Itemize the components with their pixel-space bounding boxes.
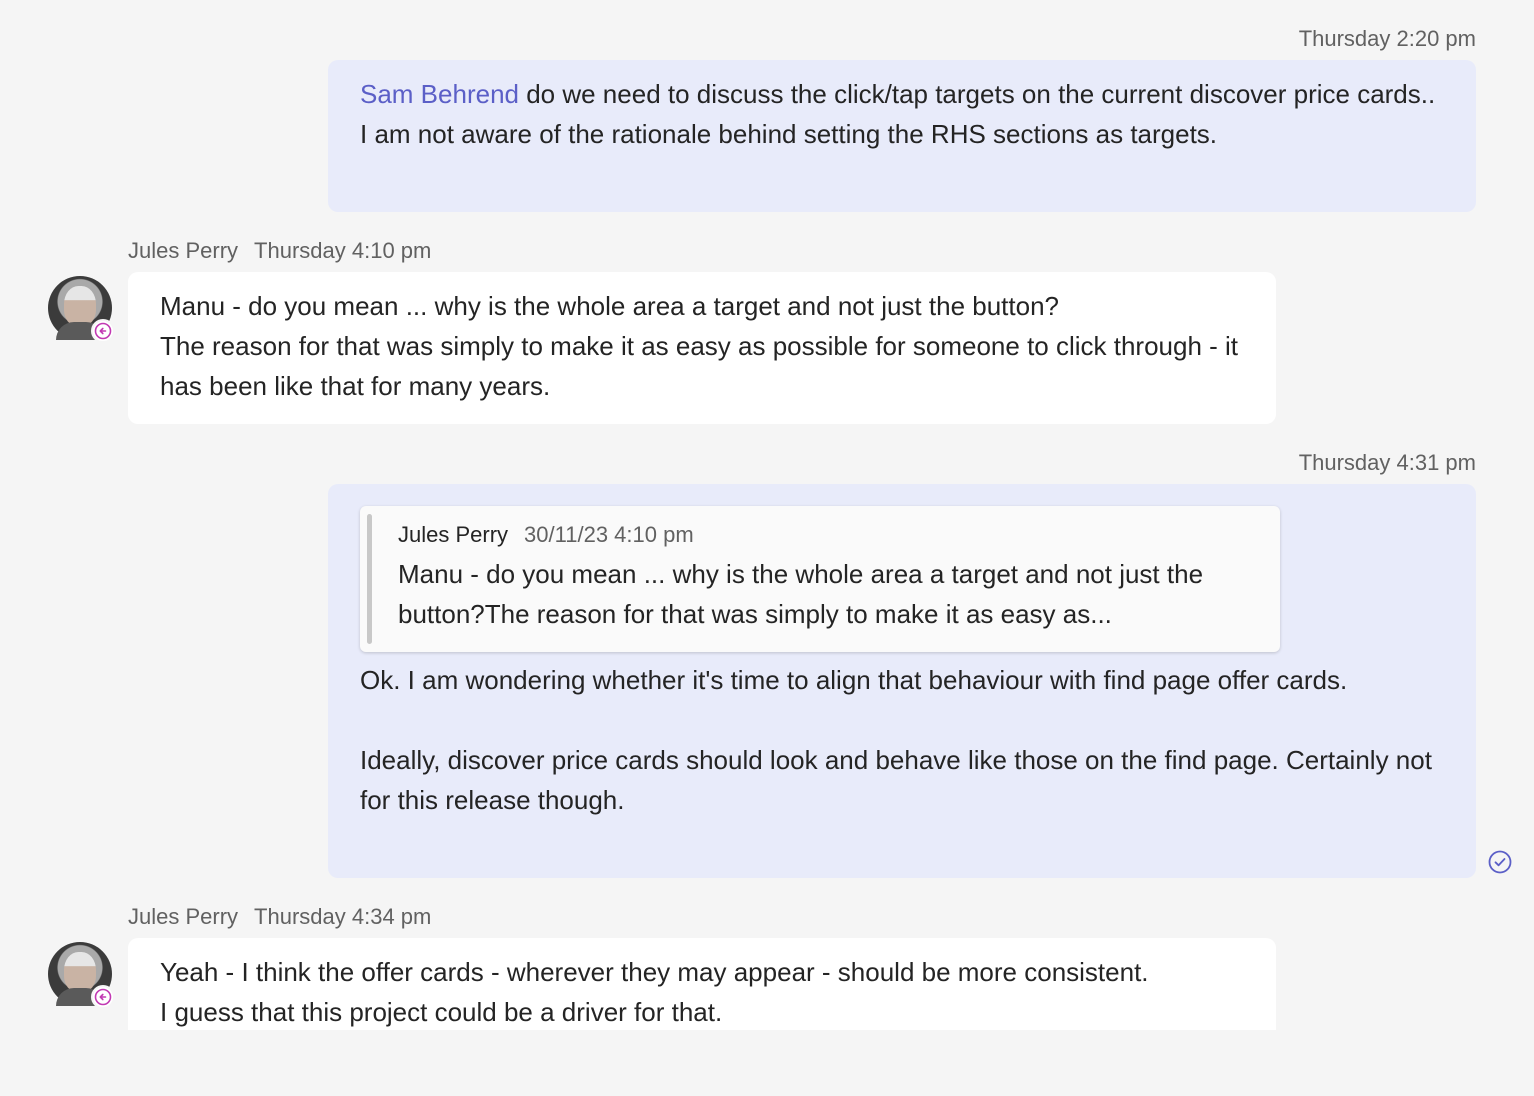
message-body: Ok. I am wondering whether it's time to … [360,660,1440,820]
message-text: do we need to discuss the click/tap targ… [360,79,1436,149]
avatar[interactable] [48,942,115,1009]
message-paragraph: Ok. I am wondering whether it's time to … [360,665,1348,695]
outgoing-message-bubble[interactable]: Jules Perry 30/11/23 4:10 pm Manu - do yo… [328,484,1476,878]
message-line: Manu - do you mean ... why is the whole … [160,291,1059,321]
read-receipt-icon [1488,850,1512,874]
sender-name[interactable]: Jules Perry [128,904,238,929]
message-text: Yeah - I think the offer cards - whereve… [160,957,1149,1027]
quote-bar [367,514,372,644]
message-timestamp: Thursday 2:20 pm [1298,26,1476,51]
avatar-face [64,952,96,992]
outgoing-message-bubble[interactable]: Sam Behrend do we need to discuss the cl… [328,60,1476,212]
presence-away-icon [91,319,115,343]
quote-timestamp: 30/11/23 4:10 pm [524,522,694,547]
quote-sender-name: Jules Perry [398,522,509,547]
quote-text: Manu - do you mean ... why is the whole … [398,559,1204,629]
presence-away-icon [91,985,115,1009]
message-timestamp: Thursday 4:34 pm [254,904,432,929]
mention-link[interactable]: Sam Behrend [360,79,519,109]
message-header: Jules Perry Thursday 4:10 pm [128,238,431,264]
avatar-face [64,286,96,326]
message-body: Sam Behrend do we need to discuss the cl… [360,74,1440,154]
message-body: Manu - do you mean ... why is the whole … [160,286,1250,406]
message-header: Jules Perry Thursday 4:34 pm [128,904,431,930]
avatar[interactable] [48,276,115,343]
sender-name[interactable]: Jules Perry [128,238,238,263]
incoming-message-bubble[interactable]: Manu - do you mean ... why is the whole … [128,272,1276,424]
message-timestamp: Thursday 4:10 pm [254,238,432,263]
quote-header: Jules Perry 30/11/23 4:10 pm [398,522,694,548]
message-timestamp: Thursday 4:31 pm [1298,450,1476,475]
quoted-reply[interactable]: Jules Perry 30/11/23 4:10 pm Manu - do yo… [360,506,1280,652]
message-paragraph: Ideally, discover price cards should loo… [360,745,1432,815]
incoming-message-bubble[interactable]: Yeah - I think the offer cards - whereve… [128,938,1276,1030]
message-line: The reason for that was simply to make i… [160,331,1239,401]
